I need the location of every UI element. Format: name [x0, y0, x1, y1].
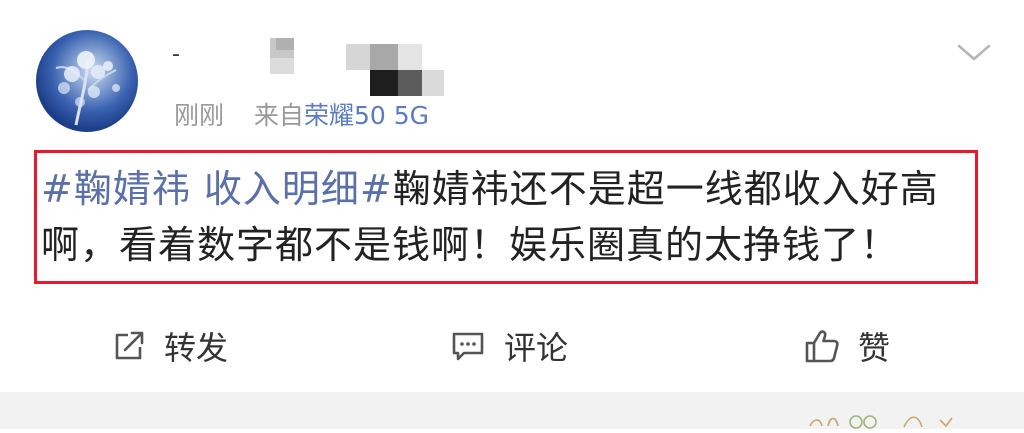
topic-hashtag-link[interactable]: #鞠婧祎 收入明细# [41, 167, 393, 211]
comment-button[interactable]: 评论 [450, 324, 568, 368]
action-bar: 转发 评论 赞 [0, 312, 1024, 382]
post-content: #鞠婧祎 收入明细#鞠婧祎还不是超一线都收入好高啊，看着数字都不是钱啊！娱乐圈真… [41, 161, 971, 273]
like-button[interactable]: 赞 [804, 324, 890, 368]
source-prefix: 来自 [253, 101, 304, 130]
repost-label: 转发 [164, 329, 229, 367]
source-device[interactable]: 荣耀50 5G [304, 101, 429, 130]
username-censor-mosaic [270, 38, 450, 98]
decorative-doodle [800, 410, 1000, 429]
comment-icon [450, 329, 486, 363]
like-label: 赞 [858, 329, 891, 367]
post-meta: 刚刚 来自荣耀50 5G [174, 96, 429, 132]
timestamp: 刚刚 [174, 101, 225, 130]
comment-label: 评论 [504, 329, 569, 367]
repost-button[interactable]: 转发 [112, 324, 228, 368]
highlighted-content-box: #鞠婧祎 收入明细#鞠婧祎还不是超一线都收入好高啊，看着数字都不是钱啊！娱乐圈真… [34, 150, 978, 284]
avatar[interactable] [36, 30, 138, 132]
username[interactable]: - [172, 42, 180, 67]
chevron-down-icon[interactable] [956, 40, 992, 64]
thumbs-up-icon [804, 328, 840, 364]
weibo-post-card: - 刚刚 来自荣耀50 5G #鞠婧祎 收入明细#鞠婧祎还不是超一线都收入好高啊… [0, 0, 1024, 392]
repost-icon [112, 329, 146, 363]
avatar-image [55, 51, 120, 126]
